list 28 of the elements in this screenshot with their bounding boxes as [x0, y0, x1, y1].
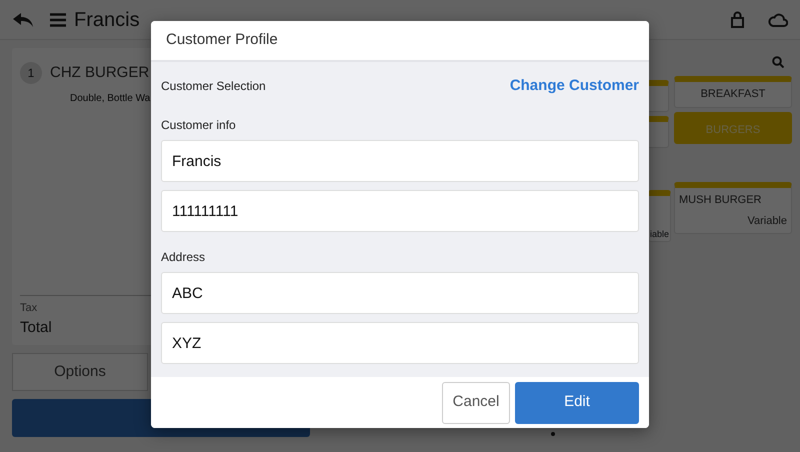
input-field[interactable]: ABC	[161, 272, 639, 314]
edit-button[interactable]: Edit	[515, 382, 639, 424]
total-label: Total	[20, 318, 53, 338]
page-indicator	[551, 432, 555, 436]
section-label: Customer Selection	[161, 78, 266, 95]
price-text: Variable	[747, 214, 787, 228]
search-icon[interactable]	[772, 56, 784, 68]
section-label: Customer info	[161, 117, 237, 134]
options-button[interactable]: Options	[12, 353, 148, 391]
menu-tile[interactable]: MUSH BURGER Variable	[674, 182, 792, 234]
item-modifiers: Double, Bottle Wa	[70, 92, 150, 106]
dialog-title: Customer Profile	[166, 30, 278, 50]
item-name: MUSH BURGER	[679, 193, 763, 208]
quantity-badge: 1	[20, 62, 42, 84]
section-label: Address	[161, 249, 206, 266]
back-icon[interactable]	[12, 12, 34, 28]
change-customer-link[interactable]: Change Customer	[510, 74, 639, 98]
category-tile[interactable]: BREAKFAST	[674, 76, 792, 108]
page-title: Francis	[74, 8, 140, 32]
cloud-icon[interactable]	[768, 12, 788, 26]
price-text: iable	[650, 228, 669, 240]
cancel-button[interactable]: Cancel	[442, 382, 510, 424]
input-field[interactable]: 111111111	[161, 190, 639, 232]
input-field[interactable]: Francis	[161, 140, 639, 182]
input-field[interactable]: XYZ	[161, 322, 639, 364]
menu-icon[interactable]	[50, 12, 66, 26]
item-name[interactable]: CHZ BURGER	[50, 62, 150, 84]
lock-icon[interactable]	[731, 11, 744, 28]
